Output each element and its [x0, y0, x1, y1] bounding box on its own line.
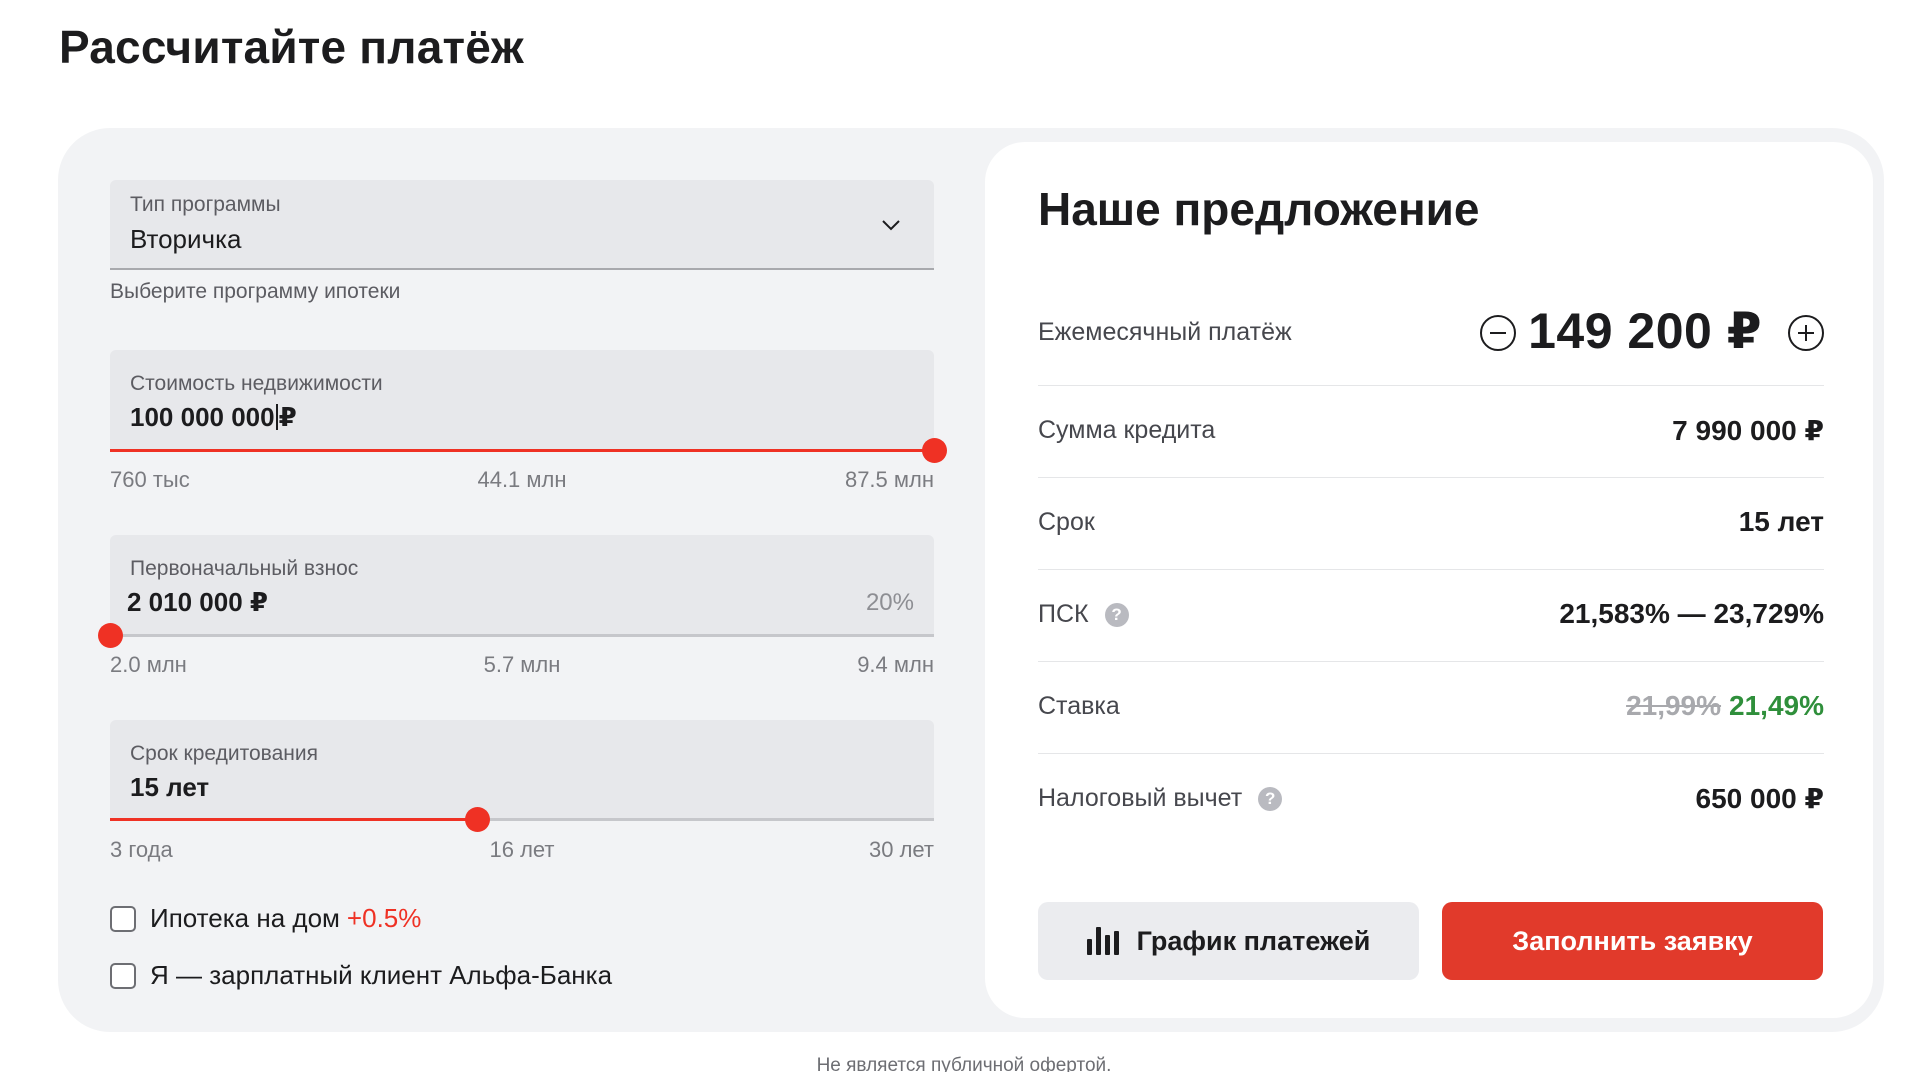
down-payment-label: Первоначальный взнос	[130, 557, 359, 580]
salary-client-label: Я — зарплатный клиент Альфа-Банка	[150, 960, 613, 990]
decrease-payment-button[interactable]	[1480, 315, 1516, 351]
term-ticks: 3 года 16 лет 30 лет	[110, 837, 934, 867]
tick-label: 760 тыс	[110, 467, 190, 492]
increase-payment-button[interactable]	[1788, 315, 1824, 351]
monthly-label: Ежемесячный платёж	[1038, 318, 1292, 346]
house-mortgage-checkbox[interactable]	[110, 905, 136, 932]
slider-fill	[110, 449, 934, 452]
down-payment-field[interactable]: Первоначальный взнос 2 010 000 ₽ 20%	[110, 535, 934, 635]
down-payment-percent: 20%	[865, 589, 914, 616]
offer-row-psk: ПСК ? 21,583% — 23,729%	[1038, 570, 1824, 662]
property-cost-label: Стоимость недвижимости	[130, 372, 383, 395]
monthly-value: 149 200 ₽	[1528, 303, 1762, 359]
property-cost-value-wrap: 100 000 000 ₽	[130, 402, 297, 433]
tick-label: 5.7 млн	[483, 652, 561, 677]
salary-client-checkbox[interactable]	[110, 962, 136, 989]
house-mortgage-label: Ипотека на дом	[150, 903, 340, 933]
tax-label: Налоговый вычет	[1038, 784, 1243, 812]
apply-button[interactable]: Заполнить заявку	[1442, 902, 1823, 980]
schedule-button[interactable]: График платежей	[1038, 902, 1419, 980]
page-title: Рассчитайте платёж	[59, 21, 524, 73]
offer-row-rate: Ставка 21,99% 21,49%	[1038, 662, 1824, 754]
psk-help-icon[interactable]: ?	[1104, 602, 1129, 627]
property-cost-field[interactable]: Стоимость недвижимости 100 000 000 ₽	[110, 350, 934, 450]
down-payment-value-wrap: 2 010 000 ₽	[127, 587, 268, 618]
disclaimer: Не является публичной офертой.	[816, 1055, 1112, 1072]
tick-label: 44.1 млн	[477, 467, 567, 492]
tax-help-icon[interactable]: ?	[1258, 786, 1283, 811]
psk-label-wrap: ПСК ?	[1038, 600, 1129, 629]
house-mortgage-extra: +0.5%	[346, 903, 422, 933]
text-caret	[275, 404, 278, 430]
program-select-label: Тип программы	[130, 193, 281, 216]
tick-label: 16 лет	[489, 837, 555, 862]
salary-client-option[interactable]: Я — зарплатный клиент Альфа-Банка	[110, 960, 612, 991]
tick-label: 9.4 млн	[857, 652, 934, 677]
term-value: 15 лет	[130, 772, 210, 802]
slider-thumb[interactable]	[464, 807, 490, 832]
down-payment-ticks: 2.0 млн 5.7 млн 9.4 млн	[110, 652, 934, 682]
house-mortgage-option[interactable]: Ипотека на дом +0.5%	[110, 903, 421, 934]
chevron-down-icon	[882, 220, 900, 231]
old-rate: 21,99%	[1626, 690, 1722, 721]
program-select-value: Вторичка	[130, 224, 242, 254]
down-payment-value: 2 010 000	[127, 587, 243, 617]
slider-thumb[interactable]	[922, 438, 947, 463]
offer-row-monthly: Ежемесячный платёж 149 200 ₽	[1038, 282, 1824, 386]
slider-thumb[interactable]	[98, 623, 123, 648]
tick-label: 30 лет	[868, 837, 934, 862]
offer-term-label: Срок	[1038, 508, 1095, 536]
down-payment-currency: ₽	[249, 587, 268, 617]
rate-value: 21,99% 21,49%	[1626, 690, 1824, 722]
property-cost-value: 100 000 000	[130, 402, 275, 432]
bar-chart-icon	[1086, 927, 1123, 955]
apply-button-label: Заполнить заявку	[1512, 925, 1753, 956]
property-cost-currency: ₽	[278, 402, 297, 432]
offer-term-value: 15 лет	[1738, 506, 1824, 537]
psk-value: 21,583% — 23,729%	[1559, 598, 1824, 629]
offer-row-loan-sum: Сумма кредита 7 990 000 ₽	[1038, 386, 1824, 478]
loan-sum-label: Сумма кредита	[1038, 416, 1216, 444]
program-hint: Выберите программу ипотеки	[110, 280, 401, 303]
offer-card: Наше предложение Ежемесячный платёж 149 …	[985, 142, 1873, 1018]
property-cost-ticks: 760 тыс 44.1 млн 87.5 млн	[110, 467, 934, 497]
term-slider[interactable]	[110, 807, 934, 832]
schedule-button-label: График платежей	[1136, 925, 1371, 956]
down-payment-slider[interactable]	[98, 623, 934, 648]
psk-label: ПСК	[1038, 600, 1089, 628]
term-field[interactable]: Срок кредитования 15 лет	[110, 720, 934, 820]
offer-row-tax: Налоговый вычет ? 650 000 ₽	[1038, 754, 1824, 846]
tick-label: 87.5 млн	[844, 467, 934, 492]
tax-label-wrap: Налоговый вычет ?	[1038, 784, 1283, 813]
rate-label: Ставка	[1038, 692, 1120, 720]
term-label: Срок кредитования	[130, 742, 318, 765]
property-cost-slider[interactable]	[110, 438, 947, 463]
loan-sum-value: 7 990 000 ₽	[1672, 415, 1824, 446]
tax-value: 650 000 ₽	[1695, 783, 1824, 814]
offer-title: Наше предложение	[1038, 183, 1480, 235]
tick-label: 3 года	[110, 837, 173, 862]
new-rate: 21,49%	[1729, 690, 1824, 721]
program-select[interactable]: Тип программы Вторичка	[110, 180, 934, 270]
slider-fill	[110, 818, 477, 821]
tick-label: 2.0 млн	[110, 652, 187, 677]
offer-row-term: Срок 15 лет	[1038, 478, 1824, 570]
